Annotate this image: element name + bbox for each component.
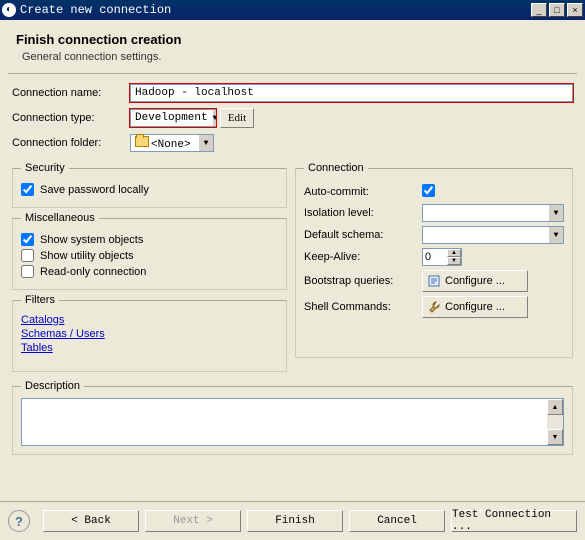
description-textarea[interactable] xyxy=(22,399,547,445)
chevron-down-icon: ▼ xyxy=(198,135,213,151)
isolation-label: Isolation level: xyxy=(304,207,422,219)
schema-label: Default schema: xyxy=(304,229,422,241)
connection-legend: Connection xyxy=(304,162,368,174)
scroll-up-icon[interactable]: ▲ xyxy=(547,399,563,415)
cancel-button[interactable]: Cancel xyxy=(349,510,445,532)
description-legend: Description xyxy=(21,380,84,392)
connection-name-label: Connection name: xyxy=(12,87,130,99)
catalogs-link[interactable]: Catalogs xyxy=(21,314,278,326)
app-icon: ◐ xyxy=(2,3,16,17)
filters-legend: Filters xyxy=(21,294,59,306)
filters-group: Filters Catalogs Schemas / Users Tables xyxy=(12,294,287,372)
misc-group: Miscellaneous Show system objects Show u… xyxy=(12,212,287,290)
maximize-button[interactable]: □ xyxy=(549,3,565,17)
connection-folder-select[interactable]: <None> ▼ xyxy=(130,134,214,152)
page-title: Finish connection creation xyxy=(16,32,569,47)
save-password-checkbox[interactable] xyxy=(21,183,34,196)
titlebar: ◐ Create new connection _ □ × xyxy=(0,0,585,20)
readonly-checkbox[interactable] xyxy=(21,265,34,278)
show-system-checkbox[interactable] xyxy=(21,233,34,246)
schemas-link[interactable]: Schemas / Users xyxy=(21,328,278,340)
window-title: Create new connection xyxy=(20,3,529,17)
shell-configure-button[interactable]: Configure ... xyxy=(422,296,528,318)
scrollbar[interactable]: ▲ ▼ xyxy=(547,399,563,445)
help-button[interactable]: ? xyxy=(8,510,30,532)
connection-group: Connection Auto-commit: Isolation level:… xyxy=(295,162,573,358)
security-group: Security Save password locally xyxy=(12,162,287,208)
security-legend: Security xyxy=(21,162,69,174)
script-icon xyxy=(427,274,441,288)
spin-down-icon[interactable]: ▼ xyxy=(447,257,461,265)
auto-commit-checkbox[interactable] xyxy=(422,184,435,197)
wizard-header: Finish connection creation General conne… xyxy=(8,28,577,74)
show-utility-label: Show utility objects xyxy=(40,250,134,262)
wrench-icon xyxy=(427,300,441,314)
scroll-down-icon[interactable]: ▼ xyxy=(547,429,563,445)
edit-button[interactable]: Edit xyxy=(220,108,254,128)
save-password-label: Save password locally xyxy=(40,184,149,196)
connection-folder-label: Connection folder: xyxy=(12,137,130,149)
chevron-down-icon: ▼ xyxy=(548,227,563,243)
bootstrap-label: Bootstrap queries: xyxy=(304,275,422,287)
chevron-down-icon: ▼ xyxy=(212,110,218,126)
description-group: Description ▲ ▼ xyxy=(12,380,573,455)
chevron-down-icon: ▼ xyxy=(548,205,563,221)
readonly-label: Read-only connection xyxy=(40,266,146,278)
close-button[interactable]: × xyxy=(567,3,583,17)
minimize-button[interactable]: _ xyxy=(531,3,547,17)
page-subtitle: General connection settings. xyxy=(22,51,569,63)
back-button[interactable]: < Back xyxy=(43,510,139,532)
connection-type-select[interactable]: Development ▼ xyxy=(130,109,216,127)
isolation-select[interactable]: ▼ xyxy=(422,204,564,222)
keepalive-label: Keep-Alive: xyxy=(304,251,422,263)
spin-up-icon[interactable]: ▲ xyxy=(447,249,461,257)
test-connection-button[interactable]: Test Connection ... xyxy=(451,510,577,532)
show-system-label: Show system objects xyxy=(40,234,143,246)
wizard-footer: ? < Back Next > Finish Cancel Test Conne… xyxy=(0,501,585,540)
folder-icon xyxy=(135,136,149,147)
show-utility-checkbox[interactable] xyxy=(21,249,34,262)
connection-name-input[interactable] xyxy=(130,84,573,102)
bootstrap-configure-button[interactable]: Configure ... xyxy=(422,270,528,292)
finish-button[interactable]: Finish xyxy=(247,510,343,532)
misc-legend: Miscellaneous xyxy=(21,212,99,224)
auto-commit-label: Auto-commit: xyxy=(304,186,422,198)
shell-label: Shell Commands: xyxy=(304,301,422,313)
connection-type-label: Connection type: xyxy=(12,112,130,124)
next-button: Next > xyxy=(145,510,241,532)
tables-link[interactable]: Tables xyxy=(21,342,278,354)
schema-select[interactable]: ▼ xyxy=(422,226,564,244)
keepalive-spinner[interactable]: ▲▼ xyxy=(422,248,462,266)
